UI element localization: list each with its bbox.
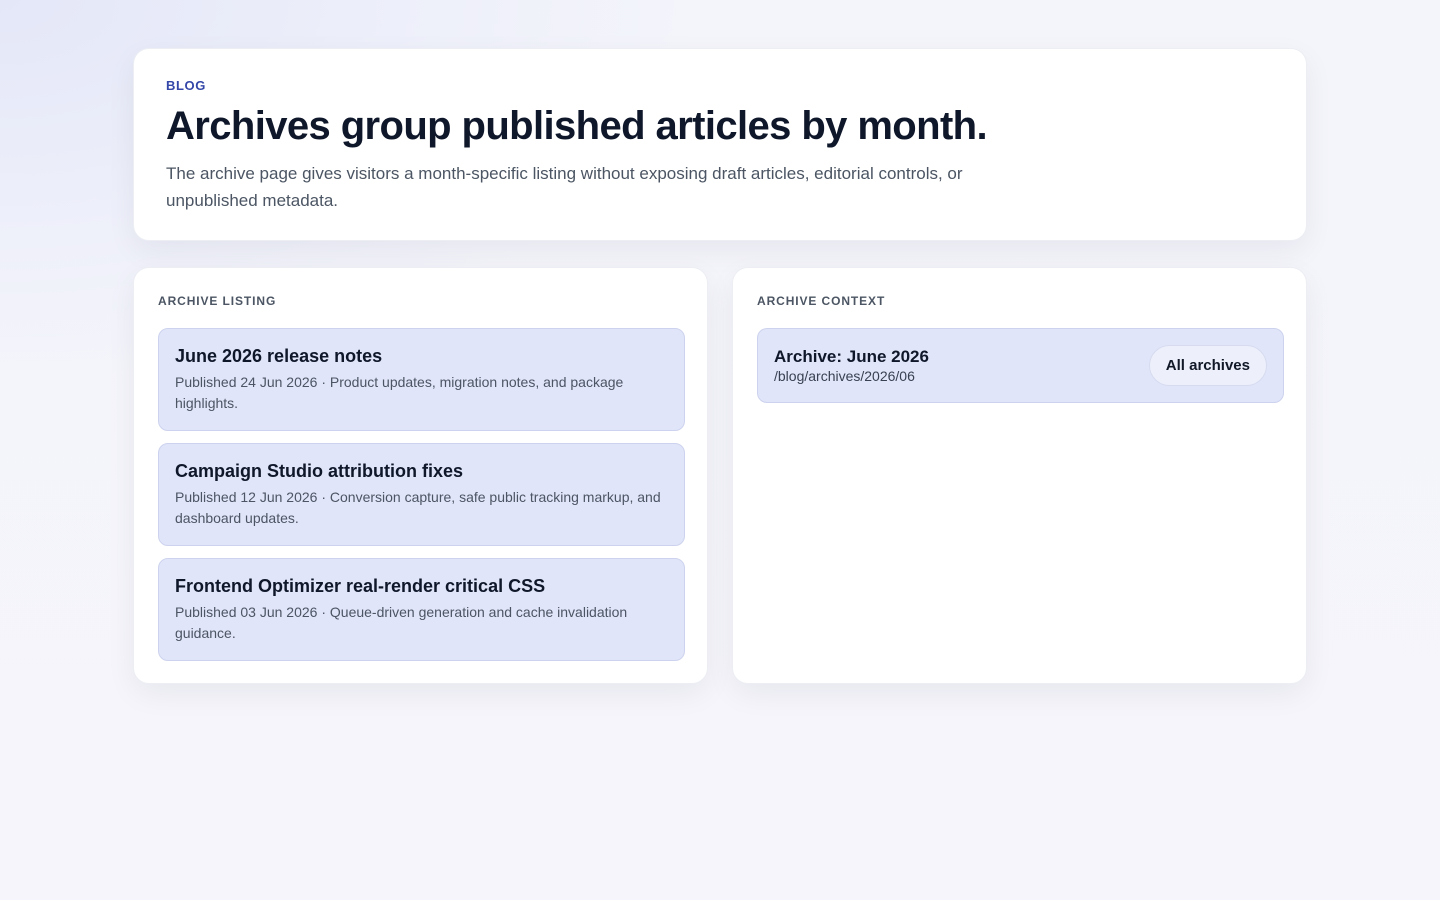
- page-header: BLOG Archives group published articles b…: [133, 48, 1307, 241]
- archive-context-panel: ARCHIVE CONTEXT Archive: June 2026 /blog…: [732, 267, 1307, 684]
- archive-path: /blog/archives/2026/06: [774, 367, 915, 384]
- all-archives-button[interactable]: All archives: [1148, 345, 1267, 386]
- article-title[interactable]: June 2026 release notes: [175, 345, 668, 367]
- archive-info: Archive: June 2026 /blog/archives/2026/0…: [774, 347, 929, 385]
- page-description: The archive page gives visitors a month-…: [166, 164, 963, 210]
- article-meta: Published 12 Jun 2026 · Conversion captu…: [175, 489, 661, 526]
- archive-listing-heading: ARCHIVE LISTING: [158, 294, 277, 308]
- article-title[interactable]: Campaign Studio attribution fixes: [175, 460, 668, 482]
- article-card[interactable]: Frontend Optimizer real-render critical …: [158, 558, 685, 661]
- article-meta: Published 03 Jun 2026 · Queue-driven gen…: [175, 604, 628, 641]
- section-eyebrow: BLOG: [166, 78, 206, 93]
- archive-context-card: Archive: June 2026 /blog/archives/2026/0…: [757, 328, 1284, 403]
- page-title: Archives group published articles by mon…: [166, 104, 988, 148]
- article-card[interactable]: June 2026 release notes Published 24 Jun…: [158, 328, 685, 431]
- archive-listing-panel: ARCHIVE LISTING June 2026 release notes …: [133, 267, 708, 684]
- archive-title: Archive: June 2026: [774, 346, 929, 366]
- article-card[interactable]: Campaign Studio attribution fixes Publis…: [158, 443, 685, 546]
- article-title[interactable]: Frontend Optimizer real-render critical …: [175, 575, 668, 597]
- article-meta: Published 24 Jun 2026 · Product updates,…: [175, 374, 624, 411]
- archive-context-heading: ARCHIVE CONTEXT: [757, 294, 886, 308]
